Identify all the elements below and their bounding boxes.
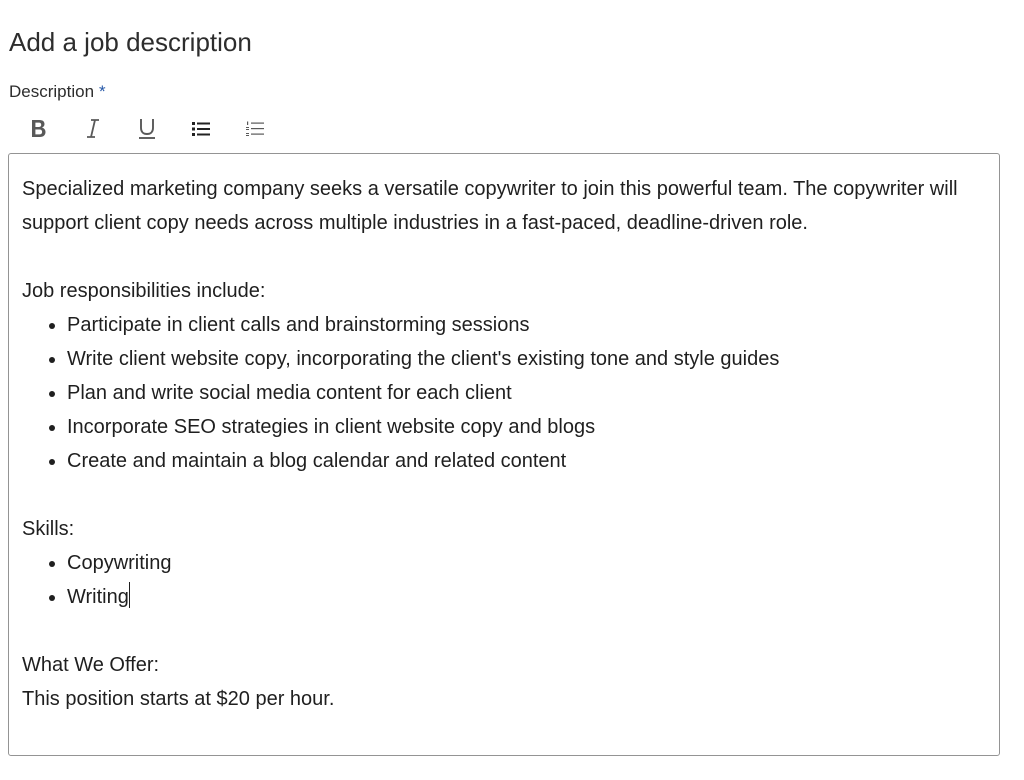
required-mark: *	[99, 82, 106, 101]
underline-icon	[139, 119, 155, 139]
list-item: Create and maintain a blog calendar and …	[67, 444, 987, 478]
list-item-text: Writing	[67, 586, 129, 608]
list-item: Copywriting	[67, 546, 987, 580]
description-editor[interactable]: Specialized marketing company seeks a ve…	[8, 153, 1000, 756]
bulleted-list-button[interactable]	[174, 113, 228, 145]
text-caret	[128, 582, 130, 608]
responsibilities-heading: Job responsibilities include:	[22, 280, 266, 302]
list-item: Writing	[67, 580, 987, 614]
skills-heading: Skills:	[22, 518, 75, 540]
offer-text: This position starts at $20 per hour.	[22, 688, 335, 710]
italic-icon	[87, 119, 99, 138]
numbered-list-button[interactable]	[228, 113, 282, 145]
list-item: Participate in client calls and brainsto…	[67, 308, 987, 342]
numbered-list-icon	[246, 121, 264, 136]
intro-paragraph: Specialized marketing company seeks a ve…	[22, 178, 958, 234]
description-label-text: Description	[9, 82, 95, 101]
bold-icon	[32, 120, 46, 137]
page-title: Add a job description	[9, 27, 252, 57]
italic-button[interactable]	[66, 113, 120, 145]
list-item: Incorporate SEO strategies in client web…	[67, 410, 987, 444]
responsibilities-list: Participate in client calls and brainsto…	[22, 308, 987, 478]
skills-list: Copywriting Writing	[22, 546, 987, 614]
underline-button[interactable]	[120, 113, 174, 145]
bulleted-list-icon	[192, 122, 210, 136]
list-item: Write client website copy, incorporating…	[67, 342, 987, 376]
list-item: Plan and write social media content for …	[67, 376, 987, 410]
offer-heading: What We Offer:	[22, 654, 160, 676]
job-description-page: Add a job description Description * Spec…	[0, 0, 1024, 780]
formatting-toolbar	[12, 113, 282, 145]
description-label: Description *	[9, 81, 106, 103]
bold-button[interactable]	[12, 113, 66, 145]
